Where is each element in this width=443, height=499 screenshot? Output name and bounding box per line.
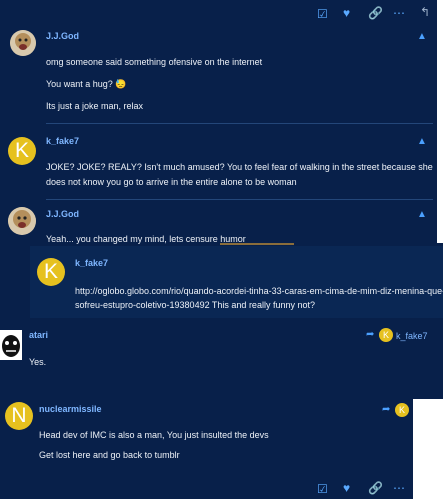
overlay-panel [413, 399, 443, 499]
link-icon[interactable]: 🔗 [368, 482, 383, 494]
heart-icon[interactable]: ♥ [343, 482, 350, 494]
username[interactable]: k_fake7 [75, 258, 108, 268]
bookmark-check-icon[interactable]: ☑ [317, 8, 328, 20]
post-text: Yeah... you changed my mind, lets censur… [46, 234, 246, 244]
avatar[interactable]: K [37, 258, 65, 286]
post-text: JOKE? JOKE? REALY? Isn't much amused? Yo… [46, 162, 433, 172]
post: J.J.God ▲ omg someone said something ofe… [0, 24, 443, 122]
post-text: You want a hug? 😓 [46, 79, 127, 89]
reply-to-avatar[interactable]: K [395, 403, 409, 417]
post-text: does not know you go to arrive in the en… [46, 177, 297, 187]
highlight-bar [220, 243, 294, 245]
reply-icon[interactable]: ↰ [420, 6, 430, 18]
post: N nuclearmissile ➦ K Head dev of IMC is … [0, 395, 413, 475]
avatar[interactable]: K [8, 137, 36, 165]
post-text: Get lost here and go back to tumblr [39, 450, 180, 460]
avatar[interactable] [8, 207, 36, 235]
post: atari ➦ K k_fake7 Yes. [0, 320, 443, 380]
username[interactable]: atari [29, 330, 48, 340]
avatar[interactable] [10, 30, 36, 56]
more-icon[interactable]: ⋯ [393, 7, 405, 19]
username[interactable]: k_fake7 [46, 136, 79, 146]
post-text: Head dev of IMC is also a man, You just … [39, 430, 269, 440]
reply-to-username[interactable]: k_fake7 [396, 331, 428, 341]
post-text: Yes. [29, 357, 47, 367]
post-text[interactable]: http://oglobo.globo.com/rio/quando-acord… [75, 286, 443, 296]
post-text: Its just a joke man, relax [46, 101, 144, 111]
avatar[interactable] [0, 330, 22, 360]
reply-to-avatar[interactable]: K [379, 328, 393, 342]
post-text: sofreu-estupro-coletivo-19380492 This an… [75, 300, 315, 310]
post: K k_fake7 ▲ JOKE? JOKE? REALY? Isn't muc… [0, 126, 443, 198]
link-icon[interactable]: 🔗 [368, 7, 383, 19]
avatar[interactable]: N [5, 402, 33, 430]
quoted-post: K k_fake7 http://oglobo.globo.com/rio/qu… [30, 246, 443, 318]
reply-arrow-icon[interactable]: ➦ [366, 329, 374, 340]
post-text: omg someone said something ofensive on t… [46, 57, 263, 67]
heart-icon[interactable]: ♥ [343, 7, 350, 19]
reply-arrow-icon[interactable]: ➦ [382, 404, 390, 415]
top-toolbar: ☑ ♥ 🔗 ⋯ ↰ [0, 0, 443, 24]
divider [46, 123, 433, 124]
username[interactable]: J.J.God [46, 209, 79, 219]
scroll-up-icon[interactable]: ▲ [417, 31, 427, 42]
bottom-toolbar: ☑ ♥ 🔗 ⋯ [0, 480, 413, 499]
more-icon[interactable]: ⋯ [393, 482, 405, 494]
scroll-up-icon[interactable]: ▲ [417, 136, 427, 147]
username[interactable]: nuclearmissile [39, 404, 102, 414]
scroll-up-icon[interactable]: ▲ [417, 209, 427, 220]
overlay-panel [437, 0, 443, 243]
bookmark-check-icon[interactable]: ☑ [317, 483, 328, 495]
username[interactable]: J.J.God [46, 31, 79, 41]
